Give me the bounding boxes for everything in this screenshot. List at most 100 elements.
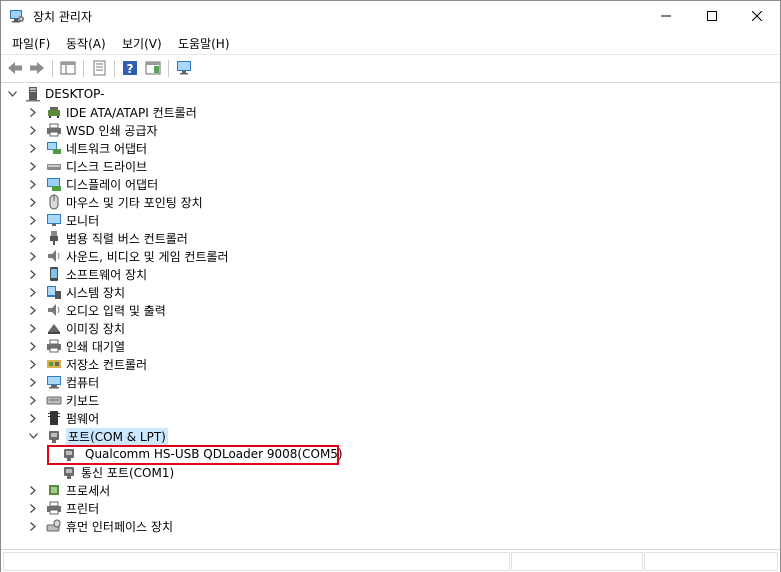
title-bar: 장치 관리자 bbox=[1, 1, 780, 31]
status-cell bbox=[3, 552, 510, 571]
collapse-icon[interactable] bbox=[26, 427, 40, 445]
tree-item-label: 오디오 입력 및 출력 bbox=[66, 303, 166, 318]
tree-item[interactable]: 펌웨어 bbox=[26, 409, 99, 427]
qualcomm-port-highlight-box bbox=[47, 445, 339, 465]
hid-icon bbox=[46, 519, 61, 532]
tree-item[interactable]: 저장소 컨트롤러 bbox=[26, 355, 147, 373]
scan-hardware-icon[interactable] bbox=[175, 59, 193, 77]
system-device-icon bbox=[47, 286, 61, 299]
show-hide-console-tree-icon[interactable] bbox=[59, 59, 77, 77]
expand-icon[interactable] bbox=[26, 355, 40, 373]
tree-item-com1-port[interactable]: 통신 포트(COM1) bbox=[61, 463, 174, 481]
properties-icon[interactable] bbox=[90, 59, 108, 77]
tree-item-label: 펌웨어 bbox=[66, 411, 100, 426]
status-cell bbox=[644, 552, 778, 571]
processor-icon bbox=[49, 485, 59, 495]
tree-item-label: 통신 포트(COM1) bbox=[81, 465, 175, 480]
tree-item-ports[interactable]: 포트(COM & LPT) bbox=[26, 427, 168, 445]
expand-icon[interactable] bbox=[26, 229, 40, 247]
tree-item[interactable]: 인쇄 대기열 bbox=[26, 337, 125, 355]
tree-item-label: 포트(COM & LPT) bbox=[66, 427, 168, 445]
expand-icon[interactable] bbox=[26, 301, 40, 319]
tree-item-label: 모니터 bbox=[66, 213, 100, 228]
expand-icon[interactable] bbox=[26, 409, 40, 427]
menu-bar: 파일(F) 동작(A) 보기(V) 도움말(H) bbox=[1, 32, 780, 54]
help-icon[interactable]: ? bbox=[121, 59, 139, 77]
svg-text:?: ? bbox=[127, 62, 134, 76]
tree-item[interactable]: 마우스 및 기타 포인팅 장치 bbox=[26, 193, 203, 211]
action-pane-icon[interactable] bbox=[144, 59, 162, 77]
tree-item[interactable]: WSD 인쇄 공급자 bbox=[26, 121, 158, 139]
minimize-button[interactable] bbox=[643, 1, 689, 31]
maximize-button[interactable] bbox=[689, 1, 735, 31]
expand-icon[interactable] bbox=[26, 211, 40, 229]
close-button[interactable] bbox=[734, 1, 780, 31]
tree-item-label: 소프트웨어 장치 bbox=[66, 267, 148, 282]
speaker-icon bbox=[48, 250, 60, 262]
tree-item[interactable]: 시스템 장치 bbox=[26, 283, 125, 301]
tree-item[interactable]: 오디오 입력 및 출력 bbox=[26, 301, 166, 319]
tree-item[interactable]: 컴퓨터 bbox=[26, 373, 99, 391]
expand-icon[interactable] bbox=[26, 157, 40, 175]
tree-item-label: 시스템 장치 bbox=[66, 285, 126, 300]
expand-icon[interactable] bbox=[26, 499, 40, 517]
printer-icon bbox=[47, 339, 61, 353]
menu-file[interactable]: 파일(F) bbox=[12, 35, 50, 52]
expand-icon[interactable] bbox=[26, 121, 40, 139]
keyboard-icon bbox=[46, 396, 62, 405]
tree-item[interactable]: 휴먼 인터페이스 장치 bbox=[26, 517, 173, 535]
expand-icon[interactable] bbox=[26, 265, 40, 283]
tree-item[interactable]: 디스크 드라이브 bbox=[26, 157, 147, 175]
tree-root[interactable]: DESKTOP- bbox=[5, 85, 104, 103]
tree-item[interactable]: 모니터 bbox=[26, 211, 99, 229]
status-bar bbox=[1, 549, 780, 572]
tree-item[interactable]: 네트워크 어댑터 bbox=[26, 139, 147, 157]
collapse-icon[interactable] bbox=[5, 85, 19, 103]
expand-icon[interactable] bbox=[26, 481, 40, 499]
tree-item-label: 프로세서 bbox=[66, 483, 111, 498]
menu-view[interactable]: 보기(V) bbox=[122, 35, 162, 52]
minimize-icon bbox=[661, 15, 671, 17]
computer-icon bbox=[26, 87, 40, 102]
tree-item[interactable]: IDE ATA/ATAPI 컨트롤러 bbox=[26, 103, 197, 121]
expand-icon[interactable] bbox=[26, 247, 40, 265]
tree-item-label: 키보드 bbox=[66, 393, 100, 408]
printer-icon bbox=[47, 123, 61, 137]
toolbar-separator bbox=[52, 60, 53, 77]
status-cell bbox=[511, 552, 643, 571]
tree-item[interactable]: 사운드, 비디오 및 게임 컨트롤러 bbox=[26, 247, 229, 265]
ide-controller-icon bbox=[48, 107, 60, 118]
back-icon[interactable] bbox=[6, 59, 24, 77]
toolbar: ? bbox=[1, 54, 780, 83]
port-icon bbox=[49, 431, 59, 443]
expand-icon[interactable] bbox=[26, 373, 40, 391]
tree-item[interactable]: 키보드 bbox=[26, 391, 99, 409]
tree-item[interactable]: 이미징 장치 bbox=[26, 319, 125, 337]
toolbar-separator bbox=[114, 60, 115, 77]
expand-icon[interactable] bbox=[26, 319, 40, 337]
forward-icon[interactable] bbox=[28, 59, 46, 77]
tree-item[interactable]: 소프트웨어 장치 bbox=[26, 265, 147, 283]
menu-help[interactable]: 도움말(H) bbox=[178, 35, 230, 52]
storage-controller-icon bbox=[47, 360, 61, 368]
expand-icon[interactable] bbox=[26, 193, 40, 211]
toolbar-separator bbox=[83, 60, 84, 77]
expand-icon[interactable] bbox=[26, 139, 40, 157]
expand-icon[interactable] bbox=[26, 103, 40, 121]
port-icon bbox=[64, 467, 74, 479]
device-manager-icon bbox=[10, 10, 24, 23]
tree-item[interactable]: 프로세서 bbox=[26, 481, 110, 499]
expand-icon[interactable] bbox=[26, 391, 40, 409]
expand-icon[interactable] bbox=[26, 283, 40, 301]
tree-item[interactable]: 프린터 bbox=[26, 499, 99, 517]
expand-icon[interactable] bbox=[26, 517, 40, 535]
display-adapter-icon bbox=[47, 178, 61, 191]
tree-item-label: 컴퓨터 bbox=[66, 375, 100, 390]
tree-item-label: 네트워크 어댑터 bbox=[66, 141, 148, 156]
menu-action[interactable]: 동작(A) bbox=[66, 35, 106, 52]
expand-icon[interactable] bbox=[26, 175, 40, 193]
tree-item[interactable]: 디스플레이 어댑터 bbox=[26, 175, 158, 193]
expand-icon[interactable] bbox=[26, 337, 40, 355]
monitor-icon bbox=[47, 214, 61, 226]
tree-item[interactable]: 범용 직렬 버스 컨트롤러 bbox=[26, 229, 188, 247]
